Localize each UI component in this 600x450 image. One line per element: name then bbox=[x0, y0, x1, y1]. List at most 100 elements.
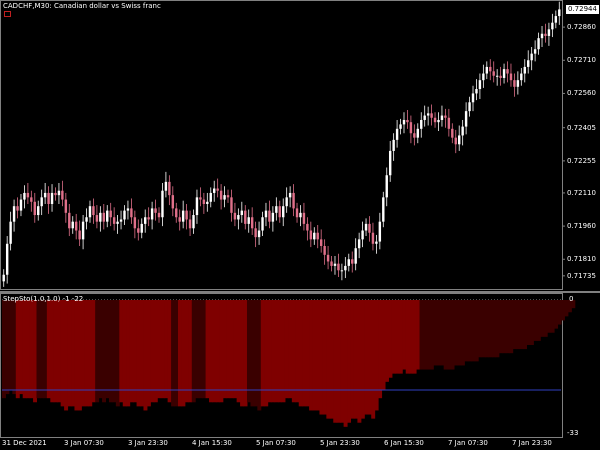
candle bbox=[361, 221, 364, 248]
candle bbox=[457, 125, 461, 151]
candle bbox=[99, 206, 102, 232]
candle bbox=[213, 180, 216, 202]
indicator-bar bbox=[281, 300, 286, 403]
candle-body bbox=[457, 135, 461, 145]
candle-body bbox=[143, 217, 147, 224]
candle-body bbox=[119, 219, 123, 222]
indicator-bar bbox=[22, 300, 27, 399]
candle bbox=[92, 198, 95, 224]
indicator-bar bbox=[316, 300, 320, 411]
candle-body bbox=[520, 73, 523, 81]
trade-signal-icon[interactable] bbox=[4, 11, 11, 17]
candle bbox=[409, 115, 413, 144]
candle bbox=[140, 218, 143, 239]
indicator-chart-svg bbox=[0, 293, 576, 438]
candle bbox=[544, 23, 547, 43]
candle bbox=[344, 257, 347, 279]
candle-body bbox=[368, 223, 371, 233]
candle bbox=[147, 207, 150, 227]
candle bbox=[402, 112, 406, 134]
candle bbox=[30, 190, 33, 212]
candle-body bbox=[81, 221, 85, 240]
indicator-bar bbox=[184, 300, 189, 403]
candle bbox=[116, 215, 119, 234]
time-axis-label: 4 Jan 15:30 bbox=[192, 439, 232, 447]
candle-body bbox=[95, 215, 99, 222]
time-axis: 31 Dec 2021 3 Jan 07:30 3 Jan 23:30 4 Jan 1… bbox=[0, 438, 600, 450]
candle bbox=[74, 213, 78, 240]
indicator-bar bbox=[77, 300, 82, 411]
candle bbox=[254, 221, 257, 248]
candle-body bbox=[302, 212, 306, 224]
candle bbox=[47, 186, 50, 214]
price-panel[interactable]: CADCHF,M30: Canadian dollar vs Swiss fra… bbox=[0, 0, 600, 290]
indicator-bar bbox=[550, 300, 555, 333]
candle-body bbox=[88, 206, 92, 218]
candle bbox=[195, 189, 199, 224]
candle-body bbox=[126, 208, 130, 211]
indicator-bar bbox=[164, 300, 169, 399]
price-chart-svg bbox=[0, 0, 565, 290]
candle bbox=[233, 202, 237, 227]
candle-body bbox=[333, 263, 337, 266]
indicator-bar bbox=[108, 300, 113, 403]
candle bbox=[288, 186, 292, 208]
candle-body bbox=[147, 217, 150, 220]
candle bbox=[527, 50, 530, 74]
candle-body bbox=[482, 73, 485, 81]
indicator-bar bbox=[74, 300, 79, 411]
candle-body bbox=[278, 206, 281, 218]
candle bbox=[447, 108, 451, 137]
candle-body bbox=[237, 215, 240, 220]
candle-body bbox=[475, 89, 478, 94]
indicator-bar bbox=[440, 300, 445, 366]
indicator-bar bbox=[246, 300, 251, 403]
indicator-bar bbox=[474, 300, 479, 362]
indicator-bar bbox=[557, 300, 562, 325]
candle bbox=[54, 187, 57, 201]
candle bbox=[530, 47, 533, 71]
indicator-bar bbox=[274, 300, 279, 403]
candle bbox=[340, 263, 344, 281]
indicator-bar bbox=[236, 300, 241, 403]
indicator-panel[interactable]: StepSto(1.0,1.0) -1 -22 0 -33 bbox=[0, 293, 600, 438]
candle bbox=[537, 32, 540, 55]
candle bbox=[43, 182, 47, 204]
candle-body bbox=[326, 254, 330, 262]
candle bbox=[216, 178, 219, 198]
candle bbox=[223, 186, 226, 208]
candle bbox=[157, 207, 161, 223]
candle bbox=[123, 205, 126, 225]
candle-body bbox=[30, 197, 33, 202]
candle-body bbox=[78, 230, 81, 240]
candle bbox=[440, 105, 444, 127]
candle bbox=[250, 207, 254, 235]
indicator-bar bbox=[195, 300, 200, 399]
indicator-bar bbox=[153, 300, 158, 403]
candle bbox=[454, 129, 457, 154]
indicator-bar bbox=[326, 300, 331, 419]
candle-body bbox=[489, 66, 492, 72]
candle-body bbox=[219, 190, 223, 200]
indicator-bar bbox=[33, 300, 38, 403]
candle-body bbox=[226, 195, 230, 198]
candle-body bbox=[240, 210, 244, 216]
candle bbox=[495, 69, 499, 86]
candle-body bbox=[451, 128, 454, 138]
candle-body bbox=[157, 212, 161, 218]
candle-body bbox=[392, 139, 395, 151]
candle bbox=[378, 212, 382, 250]
candle-body bbox=[309, 230, 313, 240]
indicator-bar bbox=[467, 300, 472, 362]
candle-body bbox=[506, 69, 509, 74]
candle-body bbox=[33, 201, 36, 216]
indicator-bar bbox=[488, 300, 493, 358]
candle-body bbox=[74, 221, 78, 231]
price-axis-label: 0.72710 bbox=[567, 56, 596, 65]
candle bbox=[9, 211, 12, 251]
indicator-bar bbox=[43, 300, 48, 399]
candle-body bbox=[261, 217, 264, 231]
candle bbox=[71, 216, 74, 234]
candle-body bbox=[406, 119, 409, 123]
candle bbox=[119, 210, 123, 230]
